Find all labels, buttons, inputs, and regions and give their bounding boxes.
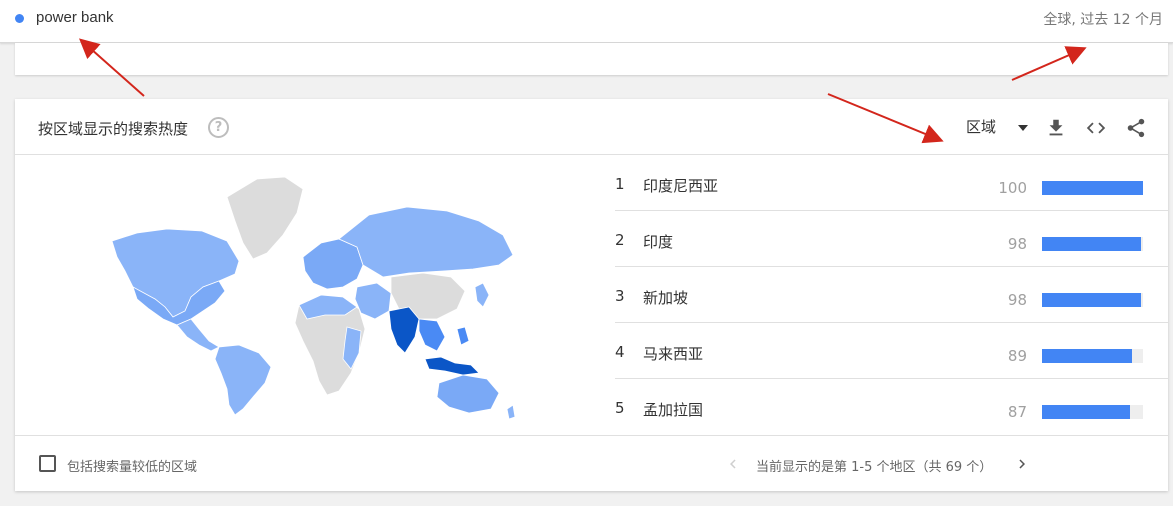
interest-value: 98: [1007, 291, 1027, 309]
scope-label: 全球, 过去 12 个月: [1043, 12, 1163, 28]
caret-down-icon: [1018, 125, 1028, 131]
world-map[interactable]: [107, 169, 527, 419]
region-ranking-list: 1 印度尼西亚 100 2 印度 98 3 新加坡 98 4 马来西亚 89 5…: [615, 155, 1168, 435]
rank-number: 5: [615, 399, 625, 417]
chevron-right-icon[interactable]: [1013, 454, 1031, 474]
share-icon[interactable]: [1125, 117, 1147, 139]
search-term[interactable]: power bank: [36, 9, 114, 26]
region-name[interactable]: 印度: [643, 231, 673, 252]
map-region-southeast-asia: [418, 318, 446, 352]
map-region-north-america: [111, 228, 240, 318]
interest-bar: [1042, 293, 1143, 307]
ranking-row[interactable]: 1 印度尼西亚 100: [615, 155, 1168, 211]
interest-bar: [1042, 181, 1143, 195]
interest-bar-fill: [1042, 293, 1141, 307]
map-region-greenland: [226, 176, 304, 260]
help-icon[interactable]: ?: [208, 117, 229, 138]
ranking-row[interactable]: 4 马来西亚 89: [615, 323, 1168, 379]
interest-bar: [1042, 405, 1143, 419]
interest-by-region-card: 按区域显示的搜索热度 ? 区域 1 印度尼西亚 100 2 印度 98 3 新加…: [15, 99, 1168, 491]
low-volume-checkbox[interactable]: [39, 455, 56, 472]
region-dropdown[interactable]: 区域: [966, 116, 1030, 140]
rank-number: 1: [615, 175, 625, 193]
interest-value: 89: [1007, 347, 1027, 365]
interest-bar: [1042, 237, 1143, 251]
interest-value: 87: [1007, 403, 1027, 421]
region-name[interactable]: 新加坡: [643, 287, 688, 308]
interest-bar-fill: [1042, 349, 1132, 363]
interest-bar-fill: [1042, 405, 1130, 419]
map-region-india: [388, 306, 420, 354]
map-region-japan: [474, 282, 490, 308]
embed-code-icon[interactable]: [1085, 117, 1107, 139]
download-icon[interactable]: [1045, 117, 1067, 139]
interest-value: 98: [1007, 235, 1027, 253]
card-title: 按区域显示的搜索热度: [38, 120, 189, 138]
previous-card-bottom: [15, 43, 1168, 75]
rank-number: 3: [615, 287, 625, 305]
interest-bar: [1042, 349, 1143, 363]
region-name[interactable]: 马来西亚: [643, 343, 703, 364]
ranking-row[interactable]: 3 新加坡 98: [615, 267, 1168, 323]
map-region-russia: [338, 206, 514, 278]
low-volume-checkbox-label[interactable]: 包括搜索量较低的区域: [67, 456, 197, 475]
card-footer: 包括搜索量较低的区域 当前显示的是第 1-5 个地区（共 69 个）: [15, 435, 1168, 491]
rank-number: 4: [615, 343, 625, 361]
ranking-row[interactable]: 5 孟加拉国 87: [615, 379, 1168, 435]
ranking-row[interactable]: 2 印度 98: [615, 211, 1168, 267]
interest-bar-fill: [1042, 181, 1143, 195]
interest-bar-fill: [1042, 237, 1141, 251]
card-header: 按区域显示的搜索热度 ? 区域: [15, 99, 1168, 155]
search-term-bar: power bank 全球, 过去 12 个月: [0, 0, 1173, 43]
map-region-philippines: [456, 326, 470, 346]
map-region-south-america: [214, 344, 272, 416]
chevron-left-icon[interactable]: [724, 454, 742, 474]
pagination-text: 当前显示的是第 1-5 个地区（共 69 个）: [756, 460, 993, 475]
map-region-east-africa: [342, 326, 362, 370]
map-region-australia: [436, 374, 500, 414]
region-dropdown-label: 区域: [966, 118, 997, 136]
interest-value: 100: [998, 179, 1027, 197]
map-region-europe: [302, 238, 364, 290]
map-region-central-america: [176, 318, 220, 352]
region-name[interactable]: 印度尼西亚: [643, 175, 718, 196]
map-region-new-zealand: [506, 404, 516, 419]
map-region-indonesia: [424, 356, 480, 376]
series-dot-icon: [15, 14, 24, 23]
rank-number: 2: [615, 231, 625, 249]
region-name[interactable]: 孟加拉国: [643, 399, 703, 420]
